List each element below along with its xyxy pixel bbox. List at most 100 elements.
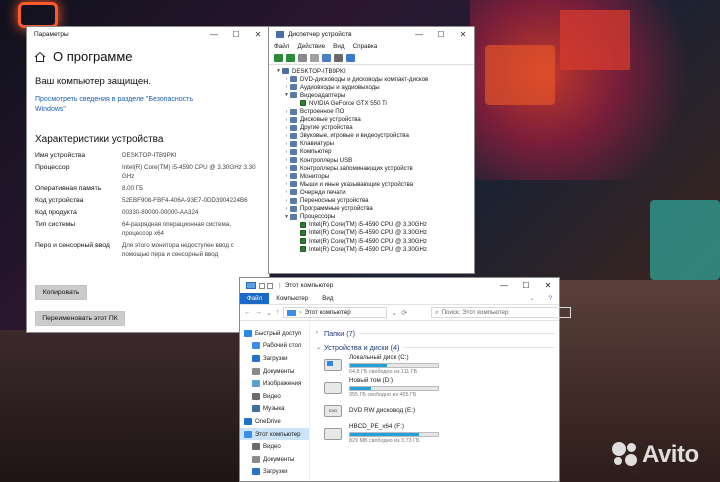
device-item[interactable]: Intel(R) Core(TM) i5-4590 CPU @ 3.30GHz (275, 221, 474, 229)
nav-item[interactable]: Рабочий стол (240, 340, 309, 353)
tab-file[interactable]: Файл (240, 293, 270, 304)
expand-icon[interactable]: › (283, 206, 290, 212)
device-category[interactable]: › Мониторы (275, 172, 474, 180)
menu-view[interactable]: Вид (333, 43, 344, 50)
expand-icon[interactable]: › (283, 189, 290, 195)
expand-icon[interactable]: › (283, 141, 290, 147)
nav-item[interactable]: Загрузки (240, 466, 309, 479)
nav-item[interactable]: Документы (240, 453, 309, 466)
device-item[interactable]: NVIDIA GeForce GTX 550 Ti (275, 99, 474, 107)
drive-item[interactable]: Локальный диск (C:) 64,8 ГБ свободно из 1… (324, 353, 559, 376)
device-item[interactable]: Intel(R) Core(TM) i5-4590 CPU @ 3.30GHz (275, 237, 474, 245)
device-item[interactable]: Intel(R) Core(TM) i5-4590 CPU @ 3.30GHz (275, 229, 474, 237)
close-button[interactable]: ✕ (247, 27, 269, 41)
expand-icon[interactable]: › (283, 157, 290, 163)
nav-item[interactable]: Видео (240, 390, 309, 403)
expand-icon[interactable]: › (283, 181, 290, 187)
device-category[interactable]: › Контроллеры запоминающих устройств (275, 164, 474, 172)
window-titlebar[interactable]: Диспетчер устройств — ☐ ✕ (269, 27, 474, 41)
collapse-icon[interactable]: ▼ (275, 68, 282, 74)
drive-item[interactable]: Новый том (D:) 355 ГБ свободно из 465 ГБ (324, 376, 559, 399)
chevron-down-icon[interactable]: ⌄ (391, 309, 397, 317)
device-category[interactable]: › Контроллеры USB (275, 156, 474, 164)
tab-view[interactable]: Вид (315, 293, 340, 304)
minimize-button[interactable]: — (408, 27, 430, 41)
back-icon[interactable]: ← (244, 309, 251, 316)
search-input[interactable]: ⌕ Поиск: Этот компьютер (431, 307, 572, 318)
nav-item[interactable]: Загрузки (240, 352, 309, 365)
properties-icon[interactable] (298, 54, 307, 62)
list-icon[interactable] (310, 54, 319, 62)
minimize-button[interactable]: — (203, 27, 225, 41)
maximize-button[interactable]: ☐ (430, 27, 452, 41)
copy-button[interactable]: Копировать (35, 285, 87, 300)
drive-item[interactable]: DVD DVD RW дисковод (E:) (324, 399, 559, 422)
quick-access-icon[interactable] (259, 282, 265, 289)
security-link[interactable]: Просмотреть сведения в разделе "Безопасн… (35, 95, 205, 115)
collapse-icon[interactable]: ▼ (283, 92, 290, 98)
devices-group-header[interactable]: ⌄ Устройства и диски (4) (316, 341, 559, 353)
device-category[interactable]: › Программные устройства (275, 205, 474, 213)
collapse-icon[interactable]: ▼ (283, 214, 290, 220)
drive-item[interactable]: HBCD_PE_x64 (F:) 829 МБ свободно из 3,73 … (324, 422, 559, 445)
close-button[interactable]: ✕ (537, 278, 559, 292)
monitor-icon[interactable] (346, 54, 355, 62)
nav-item[interactable]: Изображения (240, 377, 309, 390)
device-category[interactable]: › Очереди печати (275, 188, 474, 196)
window-titlebar[interactable]: | Этот компьютер — ☐ ✕ (240, 278, 559, 293)
device-category[interactable]: › Дисковые устройства (275, 116, 474, 124)
maximize-button[interactable]: ☐ (225, 27, 247, 41)
grid-icon[interactable] (334, 54, 343, 62)
expand-icon[interactable]: › (283, 198, 290, 204)
expand-icon[interactable]: › (283, 76, 290, 82)
menu-action[interactable]: Действие (297, 43, 325, 50)
nav-item[interactable]: Видео (240, 440, 309, 453)
device-category[interactable]: ▼ Видеоадаптеры (275, 91, 474, 99)
chevron-down-icon[interactable]: ⌄ (522, 293, 541, 304)
folders-group-header[interactable]: › Папки (7) (316, 327, 559, 339)
nav-item[interactable]: Документы (240, 365, 309, 378)
device-category[interactable]: › Клавиатуры (275, 140, 474, 148)
tree-root[interactable]: ▼ DESKTOP-ITB9PKI (275, 67, 474, 75)
nav-item[interactable]: OneDrive (240, 415, 309, 428)
nav-item[interactable]: Быстрый доступ (240, 327, 309, 340)
device-category[interactable]: › Переносные устройства (275, 197, 474, 205)
nav-item[interactable]: Этот компьютер (240, 427, 309, 441)
window-titlebar[interactable]: Параметры — ☐ ✕ (27, 27, 269, 41)
forward-icon[interactable]: → (255, 309, 262, 316)
device-category[interactable]: › Компьютер (275, 148, 474, 156)
chevron-down-icon[interactable]: ⌄ (266, 309, 272, 317)
device-category[interactable]: › Мыши и иные указывающие устройства (275, 180, 474, 188)
help-icon[interactable] (322, 54, 331, 62)
expand-icon[interactable]: › (283, 165, 290, 171)
menu-file[interactable]: Файл (274, 43, 289, 50)
up-icon[interactable]: ↑ (276, 309, 280, 316)
folder-icon[interactable] (267, 282, 273, 289)
rename-pc-button[interactable]: Переименовать этот ПК (35, 311, 125, 326)
menu-help[interactable]: Справка (353, 43, 378, 50)
home-icon[interactable] (34, 51, 46, 63)
device-category[interactable]: › Другие устройства (275, 124, 474, 132)
minimize-button[interactable]: — (493, 278, 515, 292)
close-button[interactable]: ✕ (452, 27, 474, 41)
device-category[interactable]: ▼ Процессоры (275, 213, 474, 221)
expand-icon[interactable]: › (283, 109, 290, 115)
device-category[interactable]: › Встроенное ПО (275, 107, 474, 115)
expand-icon[interactable]: › (283, 84, 290, 90)
expand-icon[interactable]: › (283, 117, 290, 123)
device-category[interactable]: › Звуковые, игровые и видеоустройства (275, 132, 474, 140)
maximize-button[interactable]: ☐ (515, 278, 537, 292)
address-bar[interactable]: › Этот компьютер (283, 307, 388, 318)
expand-icon[interactable]: › (283, 173, 290, 179)
expand-icon[interactable]: › (283, 133, 290, 139)
forward-arrow-icon[interactable] (286, 54, 295, 62)
expand-icon[interactable]: › (283, 149, 290, 155)
device-item[interactable]: Intel(R) Core(TM) i5-4590 CPU @ 3.30GHz (275, 245, 474, 253)
device-category[interactable]: › DVD-дисководы и дисководы компакт-диско… (275, 75, 474, 83)
device-category[interactable]: › Аудиовходы и аудиовыходы (275, 83, 474, 91)
back-arrow-icon[interactable] (274, 54, 283, 62)
nav-item[interactable]: Музыка (240, 403, 309, 416)
tab-computer[interactable]: Компьютер (269, 293, 315, 304)
help-icon[interactable]: ? (542, 293, 559, 304)
refresh-icon[interactable]: ⟳ (401, 309, 407, 317)
